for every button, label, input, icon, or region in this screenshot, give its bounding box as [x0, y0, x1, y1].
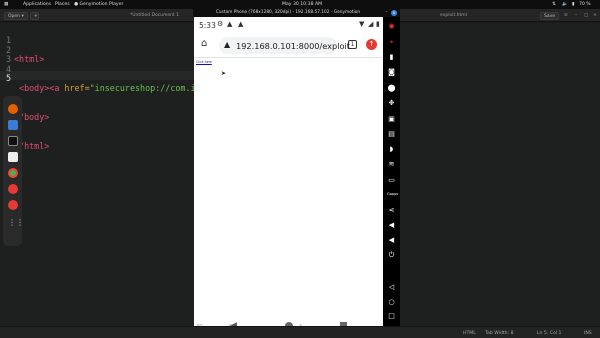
- status-time: 5:33: [199, 21, 216, 30]
- chrome-icon[interactable]: [8, 168, 18, 178]
- warning-icon: ▲: [227, 20, 233, 28]
- media-icon[interactable]: ▣: [387, 115, 396, 124]
- volume-up-icon[interactable]: ◀: [387, 221, 396, 230]
- close-icon[interactable]: ×: [391, 10, 397, 16]
- move-icon[interactable]: ✥: [387, 99, 396, 108]
- minimize-icon[interactable]: –: [575, 13, 577, 18]
- share-icon[interactable]: ⋖: [387, 206, 396, 215]
- battery-icon[interactable]: ▮: [572, 2, 575, 7]
- save-button[interactable]: Save: [540, 11, 559, 20]
- page-link[interactable]: Click here: [196, 60, 212, 64]
- update-menu-icon[interactable]: ↑: [366, 39, 377, 50]
- network-icon[interactable]: ⇅: [552, 2, 556, 7]
- genymotion-title-corner: – ×: [383, 9, 400, 17]
- settings-icon: ⚙: [217, 20, 224, 28]
- insecure-warning-icon[interactable]: ▲: [224, 40, 230, 49]
- cursor-position: Ln 5, Col 1: [537, 330, 562, 336]
- apps-grid-icon[interactable]: ▦: [4, 2, 8, 7]
- insert-mode: INS: [584, 330, 592, 336]
- back-icon[interactable]: ◁: [387, 283, 396, 292]
- show-applications-icon[interactable]: ⋮⋮: [8, 218, 24, 228]
- files-icon[interactable]: [8, 120, 18, 130]
- tab-width-selector[interactable]: Tab Width: 8: [485, 331, 514, 336]
- chevron-down-icon: ▾: [21, 13, 24, 19]
- recents-icon[interactable]: □: [387, 312, 396, 321]
- battery-widget-icon[interactable]: ▮: [387, 53, 396, 62]
- tab-untitled-document[interactable]: *Untitled Document 1: [130, 13, 179, 18]
- system-top-bar: ▦ Applications Places ● Genymotion Playe…: [0, 0, 600, 9]
- location-icon[interactable]: ⬤: [387, 84, 396, 93]
- language-selector[interactable]: HTML: [463, 331, 476, 336]
- href-attribute: href=: [64, 82, 90, 93]
- terminal-icon[interactable]: [8, 136, 18, 146]
- minimize-icon[interactable]: –: [385, 9, 388, 15]
- android-status-bar: 5:33 ⚙ ▲ ▲ ▼ ◢ ▮: [194, 17, 383, 33]
- wifi-icon: ▼: [359, 20, 365, 28]
- editor-right-area: [400, 23, 600, 326]
- url-text[interactable]: 192.168.0.101:8000/exploit: [236, 41, 350, 51]
- body-anchor-tag: <body><a: [14, 82, 65, 93]
- line-number: 5: [5, 73, 11, 84]
- plus-icon: +: [34, 13, 38, 19]
- genymotion-dock-icon[interactable]: [8, 184, 18, 194]
- genymotion-logo-icon: ◉: [388, 22, 395, 30]
- hamburger-menu-icon[interactable]: ≡: [564, 13, 568, 18]
- signal-icon: ◢: [368, 20, 374, 28]
- editor-status-bar: HTML Tab Width: 8 Ln 5, Col 1 INS: [0, 326, 600, 338]
- warning-icon: ▲: [238, 20, 244, 28]
- battery-icon: ▮: [376, 20, 380, 28]
- genymotion-window-title: Custom Phone (768x1280, 320dpi) - 192.16…: [193, 9, 383, 17]
- html-open-tag: <html>: [14, 54, 45, 65]
- volume-down-icon[interactable]: ◀: [387, 236, 396, 245]
- close-icon[interactable]: ×: [593, 13, 597, 18]
- clock[interactable]: May 30 10:38 AM: [282, 2, 322, 7]
- volume-icon[interactable]: 🔈: [562, 2, 568, 7]
- camera-icon[interactable]: ◙: [387, 68, 396, 77]
- genymotion-player-dock-icon[interactable]: [8, 200, 18, 210]
- home-icon[interactable]: ⌂: [201, 38, 207, 49]
- text-editor-icon[interactable]: [8, 152, 18, 162]
- line-number-gutter: 1 2 3 4 5: [0, 35, 11, 84]
- firefox-icon[interactable]: [8, 104, 18, 114]
- sms-icon[interactable]: ▭: [387, 176, 396, 185]
- tab-exploit-html[interactable]: exploit.html: [440, 13, 467, 18]
- new-tab-button[interactable]: +: [30, 11, 39, 20]
- rss-icon[interactable]: ≋: [387, 160, 396, 169]
- genymotion-icon: ●: [74, 1, 79, 7]
- phone-screen[interactable]: [194, 17, 383, 338]
- mouse-cursor-icon: ➤: [221, 70, 227, 77]
- open-button[interactable]: Open ▾: [4, 11, 28, 20]
- gps-icon[interactable]: ⌖: [387, 38, 396, 47]
- applications-menu[interactable]: Applications: [23, 2, 51, 7]
- identifiers-icon[interactable]: ▤: [387, 130, 396, 139]
- battery-percent: 70 %: [579, 1, 591, 7]
- home-nav-icon[interactable]: ○: [387, 298, 396, 307]
- power-icon[interactable]: ⏻: [387, 251, 396, 260]
- open-gapps-icon[interactable]: Gapps: [387, 190, 398, 199]
- network-widget-icon[interactable]: ◗: [387, 145, 396, 154]
- genymotion-app-indicator[interactable]: ● Genymotion Player: [74, 2, 123, 7]
- places-menu[interactable]: Places: [55, 2, 70, 7]
- maximize-icon[interactable]: □: [584, 13, 588, 18]
- dock: ⋮⋮: [3, 96, 24, 246]
